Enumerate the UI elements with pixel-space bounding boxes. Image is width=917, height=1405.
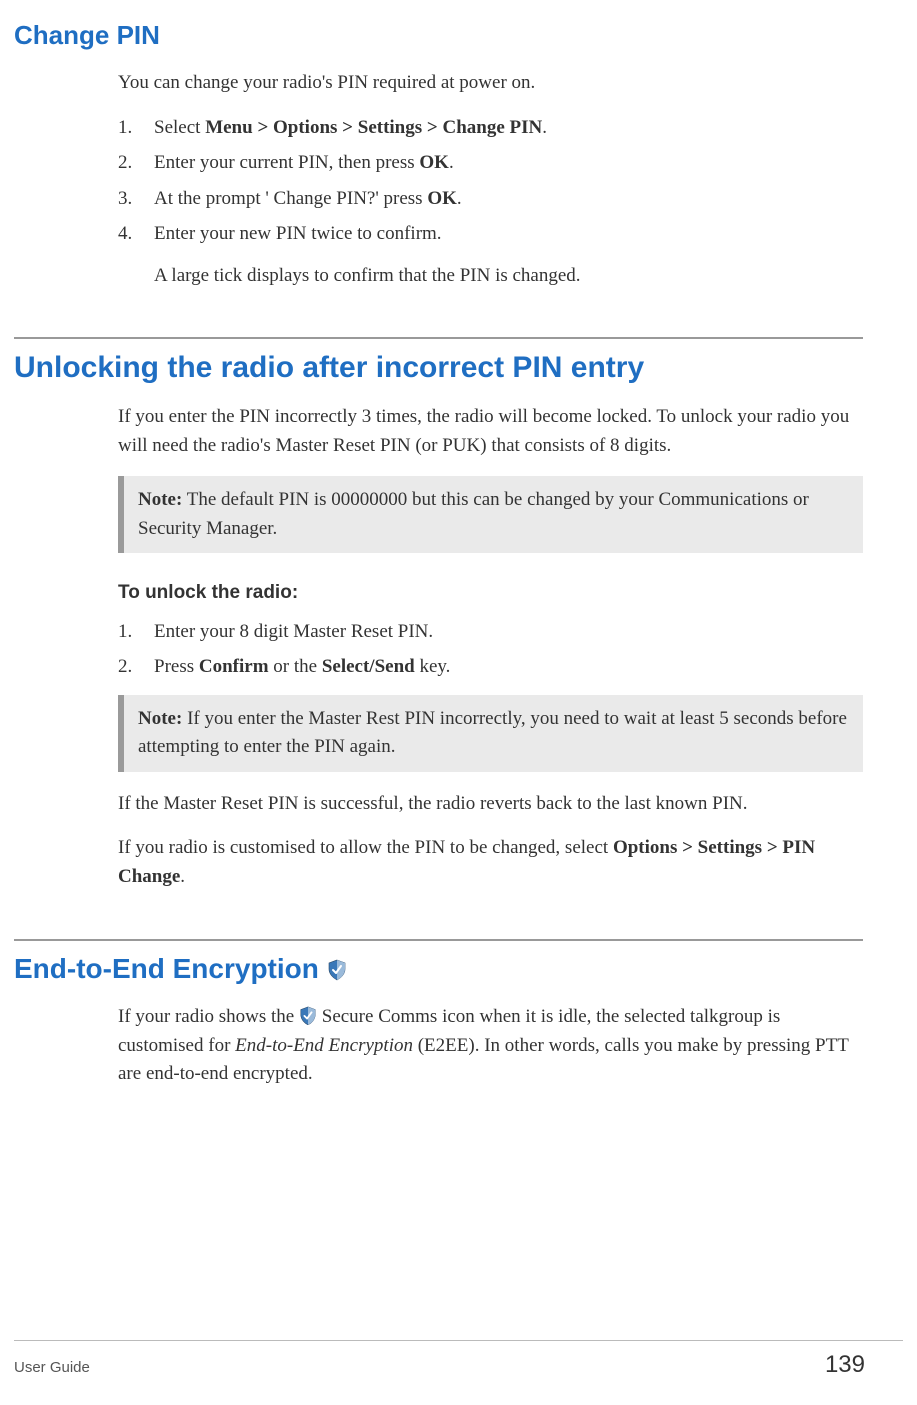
list-item-line: Select Menu > Options > Settings > Chang… xyxy=(154,114,863,142)
list-item-line: Enter your new PIN twice to confirm. xyxy=(154,220,863,248)
list-item-content: Select Menu > Options > Settings > Chang… xyxy=(154,114,863,142)
list-item-line: Enter your 8 digit Master Reset PIN. xyxy=(154,618,863,646)
text-run: . xyxy=(457,188,462,209)
heading-unlocking: Unlocking the radio after incorrect PIN … xyxy=(14,351,863,385)
text-run: . xyxy=(449,152,454,173)
list-item-line: Enter your current PIN, then press OK. xyxy=(154,149,863,177)
section3-para: If your radio shows the Secure Comms ico… xyxy=(118,1003,863,1089)
section2-steps: 1. Enter your 8 digit Master Reset PIN. 2.… xyxy=(118,618,863,681)
shield-icon xyxy=(299,1006,317,1026)
text-run: Menu > Options > Settings > Change PIN xyxy=(205,117,542,138)
text-run: At the prompt ' Change PIN?' press xyxy=(154,188,427,209)
note-box-wait: Note: If you enter the Master Rest PIN i… xyxy=(118,695,863,772)
text-run: or the xyxy=(269,656,322,677)
text-run: If your radio shows the xyxy=(118,1006,299,1027)
list-marker: 2. xyxy=(118,653,140,681)
list-marker: 3. xyxy=(118,185,140,213)
page-footer: User Guide 139 xyxy=(14,1340,903,1395)
text-run: Enter your current PIN, then press xyxy=(154,152,419,173)
list-item: 1. Enter your 8 digit Master Reset PIN. xyxy=(118,618,863,646)
text-run: Select/Send xyxy=(322,656,415,677)
text-run: Enter your 8 digit Master Reset PIN. xyxy=(154,621,433,642)
list-marker: 4. xyxy=(118,220,140,289)
text-run: Enter your new PIN twice to confirm. xyxy=(154,223,442,244)
section-divider xyxy=(14,337,863,339)
heading-change-pin: Change PIN xyxy=(14,20,863,51)
footer-page-number: 139 xyxy=(825,1351,865,1379)
text-run: Press xyxy=(154,656,199,677)
section2-intro: If you enter the PIN incorrectly 3 times… xyxy=(118,403,863,460)
page-content: Change PIN You can change your radio's P… xyxy=(0,0,917,1340)
section2-para2: If the Master Reset PIN is successful, t… xyxy=(118,790,863,819)
list-item: 2. Press Confirm or the Select/Send key. xyxy=(118,653,863,681)
section2-para3: If you radio is customised to allow the … xyxy=(118,834,863,891)
note-label: Note: xyxy=(138,489,182,510)
note-label: Note: xyxy=(138,708,182,729)
list-item-line: At the prompt ' Change PIN?' press OK. xyxy=(154,185,863,213)
section2-body: If you enter the PIN incorrectly 3 times… xyxy=(118,403,863,891)
section1-intro: You can change your radio's PIN required… xyxy=(118,69,863,98)
list-item: 1. Select Menu > Options > Settings > Cha… xyxy=(118,114,863,142)
list-marker: 1. xyxy=(118,114,140,142)
note-box-default-pin: Note: The default PIN is 00000000 but th… xyxy=(118,476,863,553)
list-item: 2. Enter your current PIN, then press OK. xyxy=(118,149,863,177)
note-text: If you enter the Master Rest PIN incorre… xyxy=(138,708,847,758)
list-item-content: Enter your new PIN twice to confirm. A la… xyxy=(154,220,863,289)
text-run: . xyxy=(180,866,185,887)
text-run: Select xyxy=(154,117,205,138)
list-item-line: Press Confirm or the Select/Send key. xyxy=(154,653,863,681)
list-item-subtext: A large tick displays to confirm that th… xyxy=(154,262,863,290)
sub-heading-unlock: To unlock the radio: xyxy=(118,579,863,608)
note-text: The default PIN is 00000000 but this can… xyxy=(138,489,809,539)
section-divider xyxy=(14,939,863,941)
text-run: . xyxy=(542,117,547,138)
text-run: End-to-End Encryption xyxy=(235,1035,413,1056)
text-run: If you radio is customised to allow the … xyxy=(118,837,613,858)
list-marker: 1. xyxy=(118,618,140,646)
section1-body: You can change your radio's PIN required… xyxy=(118,69,863,289)
list-item-content: Press Confirm or the Select/Send key. xyxy=(154,653,863,681)
list-item-content: Enter your current PIN, then press OK. xyxy=(154,149,863,177)
section3-body: If your radio shows the Secure Comms ico… xyxy=(118,1003,863,1089)
list-marker: 2. xyxy=(118,149,140,177)
list-item: 3. At the prompt ' Change PIN?' press OK. xyxy=(118,185,863,213)
text-run: Confirm xyxy=(199,656,269,677)
list-item: 4. Enter your new PIN twice to confirm. A … xyxy=(118,220,863,289)
shield-icon xyxy=(327,956,347,978)
heading-e2ee-text: End-to-End Encryption xyxy=(14,953,327,984)
text-run: key. xyxy=(415,656,451,677)
text-run: OK xyxy=(419,152,449,173)
footer-guide-label: User Guide xyxy=(14,1359,90,1376)
list-item-content: At the prompt ' Change PIN?' press OK. xyxy=(154,185,863,213)
list-item-content: Enter your 8 digit Master Reset PIN. xyxy=(154,618,863,646)
heading-e2ee: End-to-End Encryption xyxy=(14,953,863,985)
section1-steps: 1. Select Menu > Options > Settings > Cha… xyxy=(118,114,863,290)
text-run: OK xyxy=(427,188,457,209)
